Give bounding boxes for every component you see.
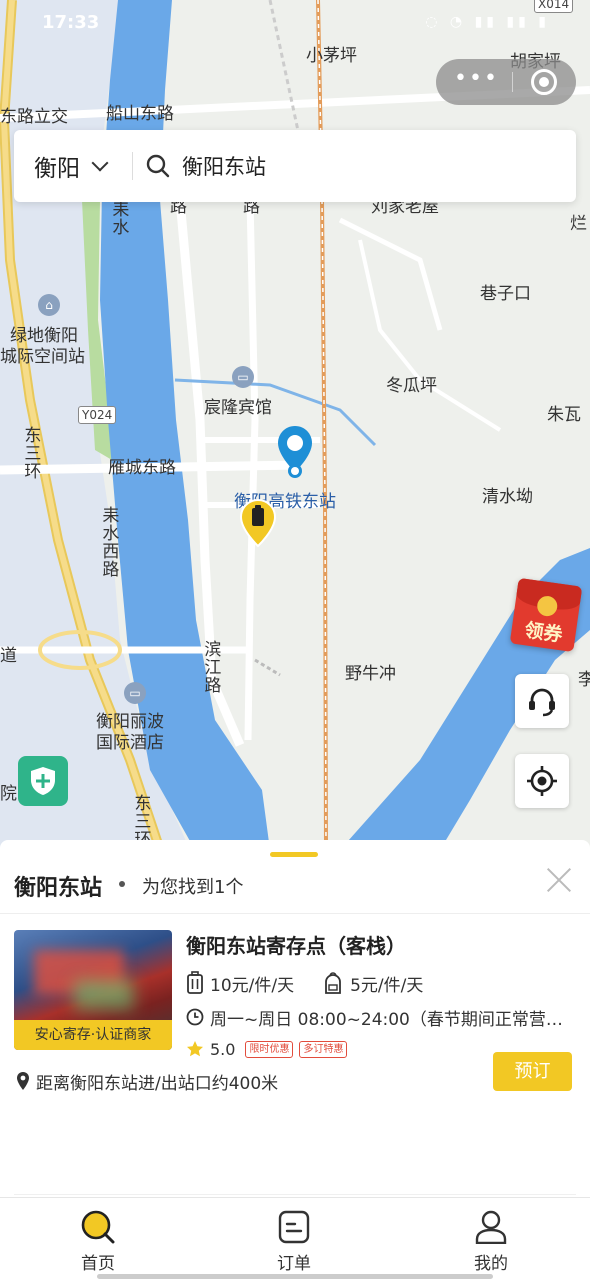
store-name: 衡阳东站寄存点（客栈） [186,934,406,958]
map-label: 李 [578,670,590,690]
headset-icon [529,688,555,717]
tab-label: 首页 [81,1254,115,1274]
close-miniprogram-icon[interactable] [531,69,557,95]
map-label: 宸隆宾馆 [204,398,272,418]
search-home-icon [81,1210,115,1244]
station-pin-icon[interactable] [276,424,314,484]
customer-service-button[interactable] [515,674,569,728]
status-time: 17:33 [42,12,100,33]
capsule-divider [512,72,513,92]
hotel-icon: ▭ [124,682,146,704]
promo-tag: 多订特惠 [299,1040,348,1058]
map-label: 东三环 [20,426,41,480]
profile-icon [475,1210,507,1244]
shield-plus-icon [31,767,55,795]
distance-row: 距离衡阳东站进/出站口约400米 [16,1068,278,1094]
coupon-button[interactable]: 领券 [509,577,583,653]
search-bar: 衡阳 [14,130,576,202]
price-small-item: 5元/件/天 [350,975,424,996]
book-button[interactable]: 预订 [493,1052,572,1091]
map-label: 船山东路 [106,104,174,124]
map-label: 东路立交 [0,107,68,127]
map-label: 城际空间站 [0,347,85,367]
road-shield: X014 [534,0,574,13]
map-label: 雁城东路 [108,458,176,478]
luggage-locker-pin-icon[interactable] [238,498,278,550]
search-icon [146,154,170,178]
map-label: 滨江路 [200,640,221,694]
distance-text: 距离衡阳东站进/出站口约400米 [36,1073,279,1094]
tab-home[interactable]: 首页 [53,1208,143,1274]
city-selector[interactable]: 衡阳 [34,150,109,182]
backpack-icon [325,972,341,994]
hours-row: 周一~周日 08:00~24:00（春节期间正常营业） [186,1004,570,1030]
map-label: 烂 [570,214,587,234]
map-label: 绿地衡阳 [10,326,78,346]
poi-icon: ⌂ [38,294,60,316]
order-icon [278,1210,310,1244]
coupon-label: 领券 [523,619,564,647]
map-label: 巷子口 [480,284,531,304]
chevron-down-icon [91,154,109,172]
rating-value: 5.0 [210,1039,236,1059]
road-shield: Y024 [78,406,117,424]
safety-shield-button[interactable] [18,756,68,806]
tab-label: 订单 [277,1254,311,1274]
search-input[interactable] [182,148,552,184]
promo-tag: 限时优惠 [245,1040,294,1058]
tab-bar: 首页 订单 我的 [0,1197,590,1280]
map-label: 耒水西路 [98,506,119,578]
tab-profile[interactable]: 我的 [446,1208,536,1274]
opening-hours: 周一~周日 08:00~24:00（春节期间正常营业） [210,1009,570,1030]
status-icons: ◌ ◔ ▮▮ ▮▮ ▮ [425,14,550,30]
results-sheet: 衡阳东站 为您找到1个 安心寄存·认证商家 衡阳东站寄存点（客栈） 10元/件/… [0,840,590,1200]
hotel-icon: ▭ [232,366,254,388]
sheet-title: 衡阳东站 [14,876,103,901]
locate-me-button[interactable] [515,754,569,808]
star-icon [187,1041,203,1057]
clock-icon [186,1008,204,1026]
locate-icon [527,766,557,796]
map-label: 衡阳丽波 [96,712,164,732]
divider [0,913,590,914]
map-label: 朱瓦 [547,405,581,425]
rating-row: 5.0 限时优惠 多订特惠 [186,1036,353,1062]
certified-badge: 安心寄存·认证商家 [14,1020,172,1050]
map-view[interactable]: 17:33 ◌ ◔ ▮▮ ▮▮ ▮ 小茅坪 胡家坪 东路立交 船山东路 刘家老屋… [0,0,590,850]
map-label: 冬瓜坪 [386,376,437,396]
map-label: 清水坳 [482,487,533,507]
search-divider [132,152,133,180]
map-label: 院 [0,784,17,804]
separator-dot [119,881,125,887]
suitcase-icon [187,971,203,994]
close-sheet-button[interactable] [545,866,573,894]
home-indicator [97,1274,493,1279]
price-large-item: 10元/件/天 [210,975,295,996]
more-icon[interactable]: ••• [454,68,498,95]
miniprogram-capsule: ••• [436,59,576,105]
map-label: 野牛冲 [345,664,396,684]
tab-orders[interactable]: 订单 [249,1208,339,1274]
status-bar: 17:33 ◌ ◔ ▮▮ ▮▮ ▮ [0,0,590,46]
map-label: 小茅坪 [306,46,357,66]
map-label: 国际酒店 [96,733,164,753]
result-card[interactable]: 安心寄存·认证商家 衡阳东站寄存点（客栈） 10元/件/天 5元/件/天 周一~… [0,928,590,1195]
sheet-drag-handle[interactable] [270,852,318,857]
divider [14,1194,576,1195]
tab-label: 我的 [474,1254,508,1274]
river-label: 耒水 [108,200,129,236]
map-label: 道 [0,646,17,666]
location-pin-icon [17,1072,29,1090]
city-name: 衡阳 [34,156,80,182]
price-row: 10元/件/天 5元/件/天 [186,970,451,996]
result-count: 为您找到1个 [142,877,244,898]
